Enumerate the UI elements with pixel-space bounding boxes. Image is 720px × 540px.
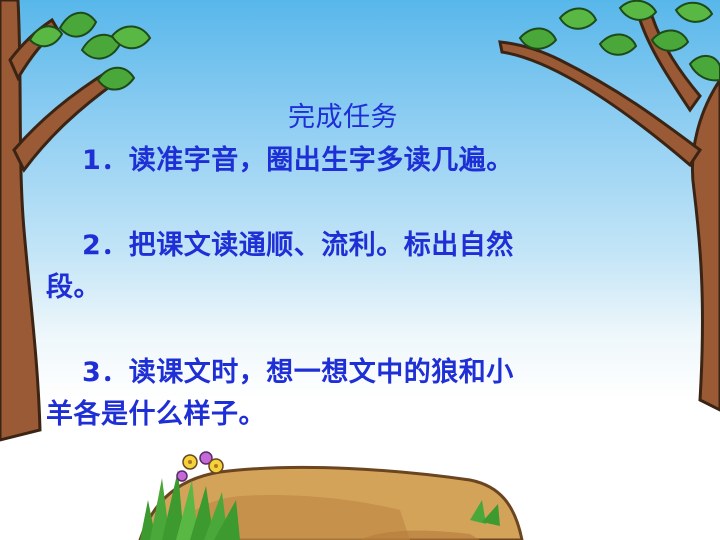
right-tree-illustration <box>498 0 720 412</box>
scenery-illustration <box>0 0 720 540</box>
task-3-line-2: 羊各是什么样子。 <box>46 399 266 430</box>
task-1: 1．读准字音，圈出生字多读几遍。 <box>82 145 514 176</box>
slide: 完成任务 1．读准字音，圈出生字多读几遍。 2．把课文读通顺、流利。标出自然 段… <box>0 0 720 540</box>
task-2-line-2: 段。 <box>46 272 101 303</box>
task-title: 完成任务 <box>288 102 398 133</box>
task-3-line-1: 3．读课文时，想一想文中的狼和小 <box>82 357 514 388</box>
task-2-line-1: 2．把课文读通顺、流利。标出自然 <box>82 230 514 261</box>
